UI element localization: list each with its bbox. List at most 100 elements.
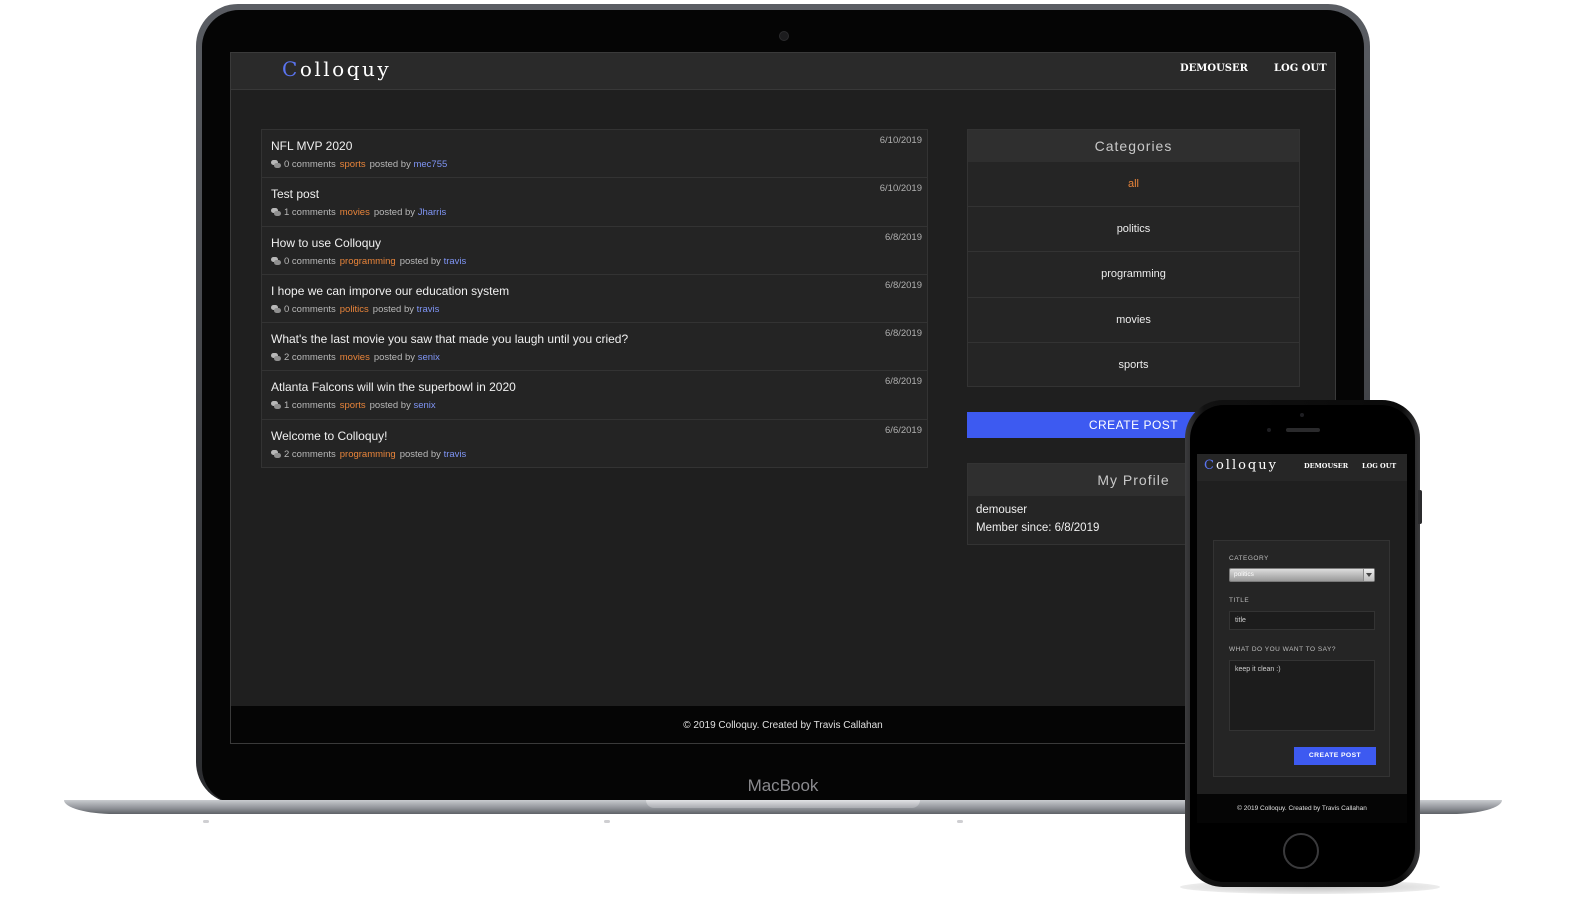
comments-icon [271,449,282,458]
logo-text: olloquy [299,57,392,81]
post-author[interactable]: senix [418,352,440,363]
post-comments[interactable]: 0 comments [284,256,336,267]
laptop-foot [957,820,963,823]
posted-by-text: posted by [373,207,416,219]
post-comments[interactable]: 0 comments [284,304,336,315]
posted-by-text: posted by [373,352,416,364]
phone-screen: Colloquy DEMOUSER LOG OUT CATEGORY polit… [1197,454,1407,823]
mobile-app-logo[interactable]: Colloquy [1204,458,1278,473]
posted-by-text: posted by [399,448,441,460]
post-date: 6/10/2019 [879,183,922,195]
post-comments[interactable]: 0 comments [284,159,336,170]
category-movies[interactable]: movies [968,298,1299,343]
logo-initial: C [1204,458,1216,473]
nav-logout-link[interactable]: LOG OUT [1274,63,1327,74]
laptop-foot [604,820,610,823]
category-all[interactable]: all [968,162,1299,208]
phone-sensor [1300,413,1304,417]
mobile-navbar: Colloquy DEMOUSER LOG OUT [1197,454,1407,481]
post-title[interactable]: What's the last movie you saw that made … [271,332,927,346]
phone-home-button [1283,833,1319,869]
phone-speaker [1286,428,1320,432]
title-label: TITLE [1229,597,1250,604]
footer: © 2019 Colloquy. Created by Travis Calla… [231,706,1335,743]
post-meta: 0 comments programming posted by travis [271,256,927,267]
post-meta: 1 comments movies posted by Jharris [271,207,927,218]
post-title[interactable]: I hope we can imporve our education syst… [271,284,927,298]
post-date: 6/6/2019 [885,424,922,436]
post-date: 6/10/2019 [879,135,922,146]
categories-title: Categories [968,130,1299,162]
category-politics[interactable]: politics [968,207,1299,253]
comments-icon [271,208,282,217]
create-post-form: CATEGORY politics TITLE title WHAT DO YO… [1213,540,1390,777]
post-author[interactable]: travis [417,304,440,315]
post-title[interactable]: Test post [271,187,927,201]
category-select-value: politics [1234,571,1254,578]
post-category[interactable]: programming [340,449,396,460]
category-sports[interactable]: sports [968,343,1299,388]
post-category[interactable]: sports [340,400,366,411]
body-textarea[interactable]: keep it clean :) [1229,660,1375,731]
title-input[interactable]: title [1229,611,1375,630]
mobile-nav-user-link[interactable]: DEMOUSER [1304,462,1348,470]
post-list: NFL MVP 2020 0 comments sports posted by m… [261,129,928,468]
post-date: 6/8/2019 [885,328,922,340]
post-comments[interactable]: 1 comments [284,207,336,218]
body-label: WHAT DO YOU WANT TO SAY? [1229,646,1336,653]
navbar: Colloquy DEMOUSER LOG OUT [231,53,1335,90]
post-author[interactable]: senix [413,400,435,411]
post-date: 6/8/2019 [885,279,922,291]
post-category[interactable]: sports [340,159,366,170]
category-programming[interactable]: programming [968,252,1299,298]
post-meta: 0 comments politics posted by travis [271,304,927,315]
post-title[interactable]: How to use Colloquy [271,236,927,250]
post-category[interactable]: movies [340,352,370,363]
comments-icon [271,401,282,410]
post-title[interactable]: NFL MVP 2020 [271,139,927,153]
comments-icon [271,304,282,313]
logo-initial: C [282,57,300,81]
post-item[interactable]: What's the last movie you saw that made … [262,323,927,372]
post-meta: 2 comments movies posted by senix [271,352,927,363]
app-logo[interactable]: Colloquy [282,57,391,81]
post-title[interactable]: Welcome to Colloquy! [271,429,927,443]
post-item[interactable]: NFL MVP 2020 0 comments sports posted by m… [262,130,927,179]
post-meta: 0 comments sports posted by mec755 [271,159,927,170]
post-author[interactable]: travis [444,256,467,267]
post-item[interactable]: Atlanta Falcons will win the superbowl i… [262,371,927,420]
nav-user-link[interactable]: DEMOUSER [1180,63,1248,74]
post-title[interactable]: Atlanta Falcons will win the superbowl i… [271,380,927,394]
laptop-screen: Colloquy DEMOUSER LOG OUT NFL MVP 2020 0… [230,52,1336,744]
post-category[interactable]: movies [340,207,370,218]
category-label: CATEGORY [1229,555,1269,562]
post-date: 6/8/2019 [885,231,922,243]
post-meta: 1 comments sports posted by senix [271,400,927,411]
post-meta: 2 comments programming posted by travis [271,449,927,460]
post-item[interactable]: Welcome to Colloquy! 2 comments programmi… [262,420,927,468]
post-comments[interactable]: 1 comments [284,400,336,411]
post-comments[interactable]: 2 comments [284,352,336,363]
post-item[interactable]: Test post 1 comments movies posted by Jhar… [262,178,927,227]
category-select[interactable]: politics [1229,568,1375,582]
post-category[interactable]: politics [340,304,369,315]
laptop-notch [646,800,920,808]
post-category[interactable]: programming [340,256,396,267]
device-label: MacBook [747,776,819,795]
comments-icon [271,160,282,168]
mobile-nav-logout-link[interactable]: LOG OUT [1362,462,1396,470]
post-author[interactable]: travis [444,449,467,460]
posted-by-text: posted by [372,303,414,315]
chevron-down-icon [1363,569,1374,581]
logo-text: olloquy [1215,458,1278,473]
post-item[interactable]: I hope we can imporve our education syst… [262,275,927,324]
mobile-footer: © 2019 Colloquy. Created by Travis Calla… [1197,794,1407,823]
posted-by-text: posted by [399,255,441,267]
post-comments[interactable]: 2 comments [284,449,336,460]
post-author[interactable]: mec755 [413,159,447,170]
laptop-foot [203,820,209,823]
post-author[interactable]: Jharris [418,207,447,218]
posted-by-text: posted by [369,400,411,412]
post-item[interactable]: How to use Colloquy 0 comments programmin… [262,227,927,275]
mobile-create-post-button[interactable]: CREATE POST [1294,747,1376,765]
